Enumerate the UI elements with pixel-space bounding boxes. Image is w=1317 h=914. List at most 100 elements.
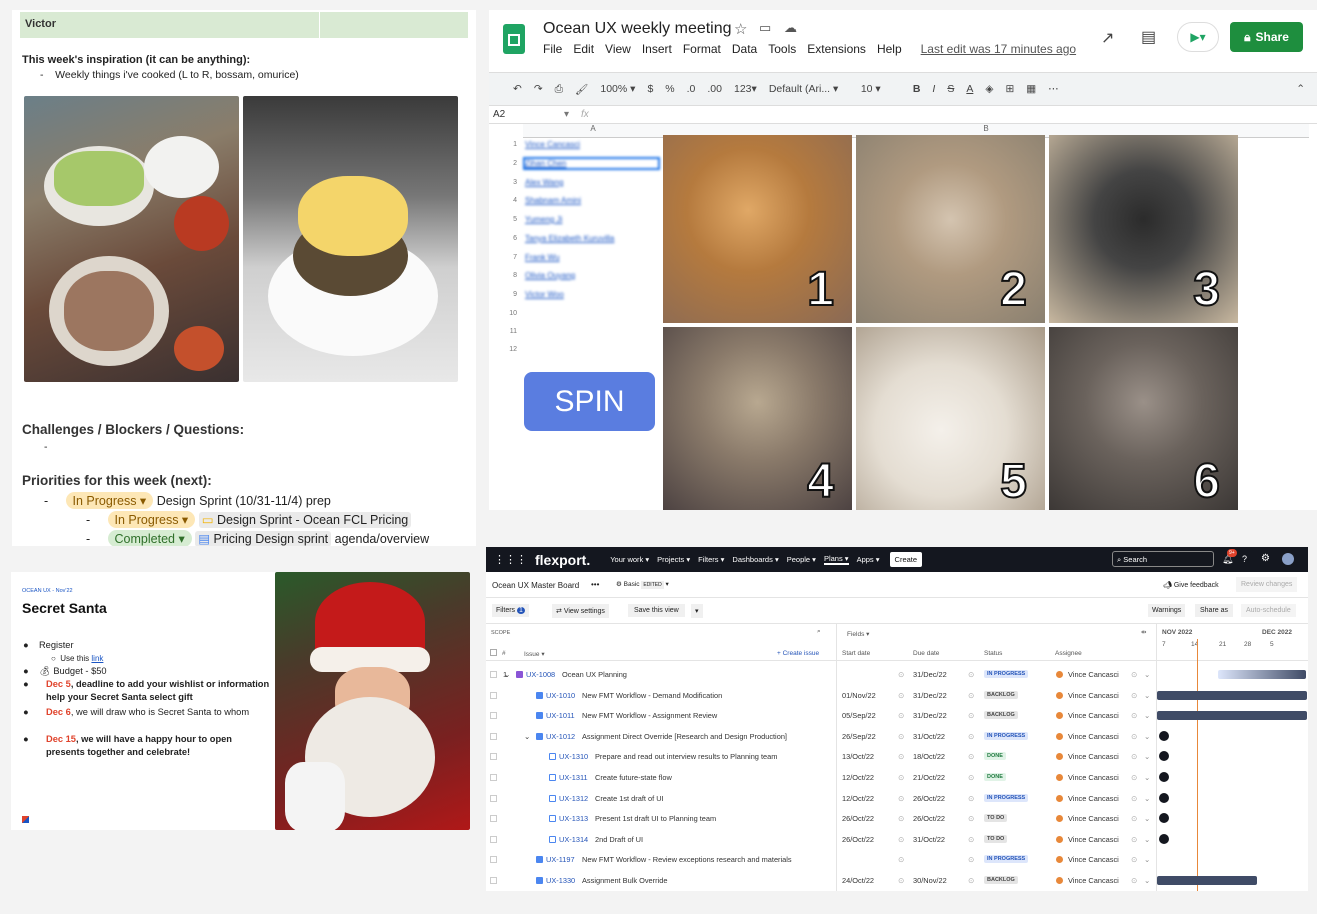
timeline-arrow-icon[interactable] (1159, 772, 1169, 782)
table-row[interactable]: UX-1313 Present 1st draft UI to Planning … (486, 808, 1308, 829)
timeline-bar[interactable] (1157, 876, 1257, 885)
issue-title[interactable]: New FMT Workflow - Demand Modification (582, 691, 722, 700)
issue-key[interactable]: UX-1330 (546, 876, 575, 885)
status-badge[interactable]: BACKLOG (984, 876, 1018, 884)
due-date-icon[interactable]: ⊙ (968, 670, 974, 679)
meet-button[interactable]: ▶▾ (1177, 22, 1219, 52)
issue-key[interactable]: UX-1310 (559, 752, 588, 761)
star-icon[interactable]: ☆ (734, 20, 747, 38)
share-as-button[interactable]: Share as (1195, 604, 1234, 617)
merge-icon[interactable]: ▦ (1026, 83, 1036, 95)
row-checkbox[interactable] (490, 877, 497, 884)
expand-chevron-icon[interactable]: ⌄ (524, 732, 530, 741)
issue-title[interactable]: Ocean UX Planning (562, 670, 627, 679)
timeline-arrow-icon[interactable] (1159, 751, 1169, 762)
nav-your-work[interactable]: Your work ▾ (610, 555, 649, 564)
assignee-settings-icon[interactable]: ⊙ (1131, 794, 1137, 803)
assignee-chevron-icon[interactable]: ⌄ (1144, 732, 1150, 741)
nav-filters[interactable]: Filters ▾ (698, 555, 724, 564)
percent-button[interactable]: % (665, 83, 674, 95)
assignee-name[interactable]: Vince Cancasci (1068, 670, 1119, 679)
strikethrough-icon[interactable]: S (947, 83, 954, 95)
timeline-arrow-icon[interactable] (1159, 792, 1169, 803)
italic-icon[interactable]: I (932, 83, 935, 95)
row-checkbox[interactable] (490, 691, 497, 699)
col-assignee[interactable]: Assignee (1055, 650, 1082, 657)
table-row[interactable]: UX-1197 New FMT Workflow - Review excepti… (486, 849, 1308, 870)
row-number[interactable]: 9 (489, 291, 523, 298)
menu-file[interactable]: File (543, 42, 562, 56)
assignee-settings-icon[interactable]: ⊙ (1131, 876, 1137, 885)
menu-edit[interactable]: Edit (573, 42, 594, 56)
font-size-select[interactable]: 10 ▾ (861, 83, 901, 95)
table-row[interactable]: 1 ⌄ UX-1008 Ocean UX Planning ⊙ 31/Dec/22 ⊙ IN … (486, 664, 1308, 685)
start-date-icon[interactable]: ⊙ (898, 876, 904, 885)
name-link[interactable]: Yumeng Ji (525, 215, 562, 224)
give-feedback-button[interactable]: 📣︎ Give feedback (1163, 581, 1219, 589)
zoom-select[interactable]: 100% ▾ (600, 83, 635, 95)
table-row[interactable]: UX-1010 New FMT Workflow - Demand Modific… (486, 685, 1308, 706)
table-row[interactable]: UX-1310 Prepare and read out interview re… (486, 746, 1308, 767)
status-chip[interactable]: In Progress ▾ (65, 492, 154, 509)
start-date-icon[interactable]: ⊙ (898, 835, 904, 844)
redo-icon[interactable]: ↷ (534, 83, 543, 95)
assignee-name[interactable]: Vince Cancasci (1068, 814, 1119, 823)
issue-key[interactable]: UX-1012 (546, 732, 575, 741)
due-date-icon[interactable]: ⊙ (968, 773, 974, 782)
expand-chevron-icon[interactable]: ⌄ (504, 670, 510, 679)
issue-title[interactable]: Assignment Bulk Override (582, 876, 667, 885)
assignee-chevron-icon[interactable]: ⌄ (1144, 752, 1150, 761)
assignee-chevron-icon[interactable]: ⌄ (1144, 711, 1150, 720)
fields-button[interactable]: Fields ▾ (847, 630, 869, 638)
status-badge[interactable]: DONE (984, 773, 1006, 781)
expand-icon[interactable]: ⇹ (1141, 628, 1146, 636)
due-date-icon[interactable]: ⊙ (968, 794, 974, 803)
menu-format[interactable]: Format (683, 42, 721, 56)
issue-key[interactable]: UX-1314 (559, 835, 588, 844)
nav-people[interactable]: People ▾ (787, 555, 816, 564)
assignee-name[interactable]: Vince Cancasci (1068, 691, 1119, 700)
assignee-settings-icon[interactable]: ⊙ (1131, 691, 1137, 700)
assignee-name[interactable]: Vince Cancasci (1068, 855, 1119, 864)
status-badge[interactable]: IN PROGRESS (984, 670, 1029, 678)
start-date-icon[interactable]: ⊙ (898, 691, 904, 700)
issue-title[interactable]: Prepare and read out interview results t… (595, 752, 777, 761)
select-all-checkbox[interactable] (490, 649, 497, 656)
issue-key[interactable]: UX-1312 (559, 794, 588, 803)
row-number[interactable]: 5 (489, 216, 523, 223)
assignee-chevron-icon[interactable]: ⌄ (1144, 773, 1150, 782)
more-formats-select[interactable]: 123▾ (734, 83, 757, 95)
assignee-settings-icon[interactable]: ⊙ (1131, 711, 1137, 720)
start-date-icon[interactable]: ⊙ (898, 670, 904, 679)
table-row[interactable]: UX-1312 Create 1st draft of UI 12/Oct/22 ⊙ 2… (486, 788, 1308, 809)
assignee-chevron-icon[interactable]: ⌄ (1144, 876, 1150, 885)
create-issue-link[interactable]: + Create issue (777, 650, 819, 657)
start-date-icon[interactable]: ⊙ (898, 711, 904, 720)
name-link[interactable]: Frank Wu (525, 253, 560, 262)
assignee-settings-icon[interactable]: ⊙ (1131, 773, 1137, 782)
assignee-name[interactable]: Vince Cancasci (1068, 835, 1119, 844)
timeline-bar[interactable] (1157, 711, 1307, 721)
assignee-settings-icon[interactable]: ⊙ (1131, 670, 1137, 679)
start-date-icon[interactable]: ⊙ (898, 732, 904, 741)
assignee-chevron-icon[interactable]: ⌄ (1144, 670, 1150, 679)
font-select[interactable]: Default (Ari... ▾ (769, 83, 849, 95)
due-date-icon[interactable]: ⊙ (968, 814, 974, 823)
auto-schedule-button[interactable]: Auto-schedule (1241, 604, 1296, 617)
view-settings-button[interactable]: ⇄ View settings (552, 604, 609, 618)
paint-format-icon[interactable]: 🖌︎ (575, 83, 588, 96)
issue-title[interactable]: New FMT Workflow - Review exceptions res… (582, 855, 792, 864)
view-select[interactable]: ⚙ Basic EDITED ▾ (616, 580, 669, 589)
name-link[interactable]: Vince Cancasci (525, 140, 580, 149)
table-row[interactable]: ⌄ UX-1012 Assignment Direct Override [Rese… (486, 726, 1308, 747)
timeline-bar[interactable] (1157, 690, 1307, 700)
col-due[interactable]: Due date (913, 650, 939, 657)
assignee-settings-icon[interactable]: ⊙ (1131, 855, 1137, 864)
due-date-icon[interactable]: ⊙ (968, 711, 974, 720)
row-number[interactable]: 4 (489, 197, 523, 204)
share-button[interactable]: 🔒︎ Share (1230, 22, 1303, 52)
borders-icon[interactable]: ⊞ (1005, 83, 1014, 95)
filters-button[interactable]: Filters 1 (492, 604, 529, 617)
row-checkbox[interactable] (490, 774, 497, 781)
name-link[interactable]: Victor Woo (525, 290, 564, 299)
